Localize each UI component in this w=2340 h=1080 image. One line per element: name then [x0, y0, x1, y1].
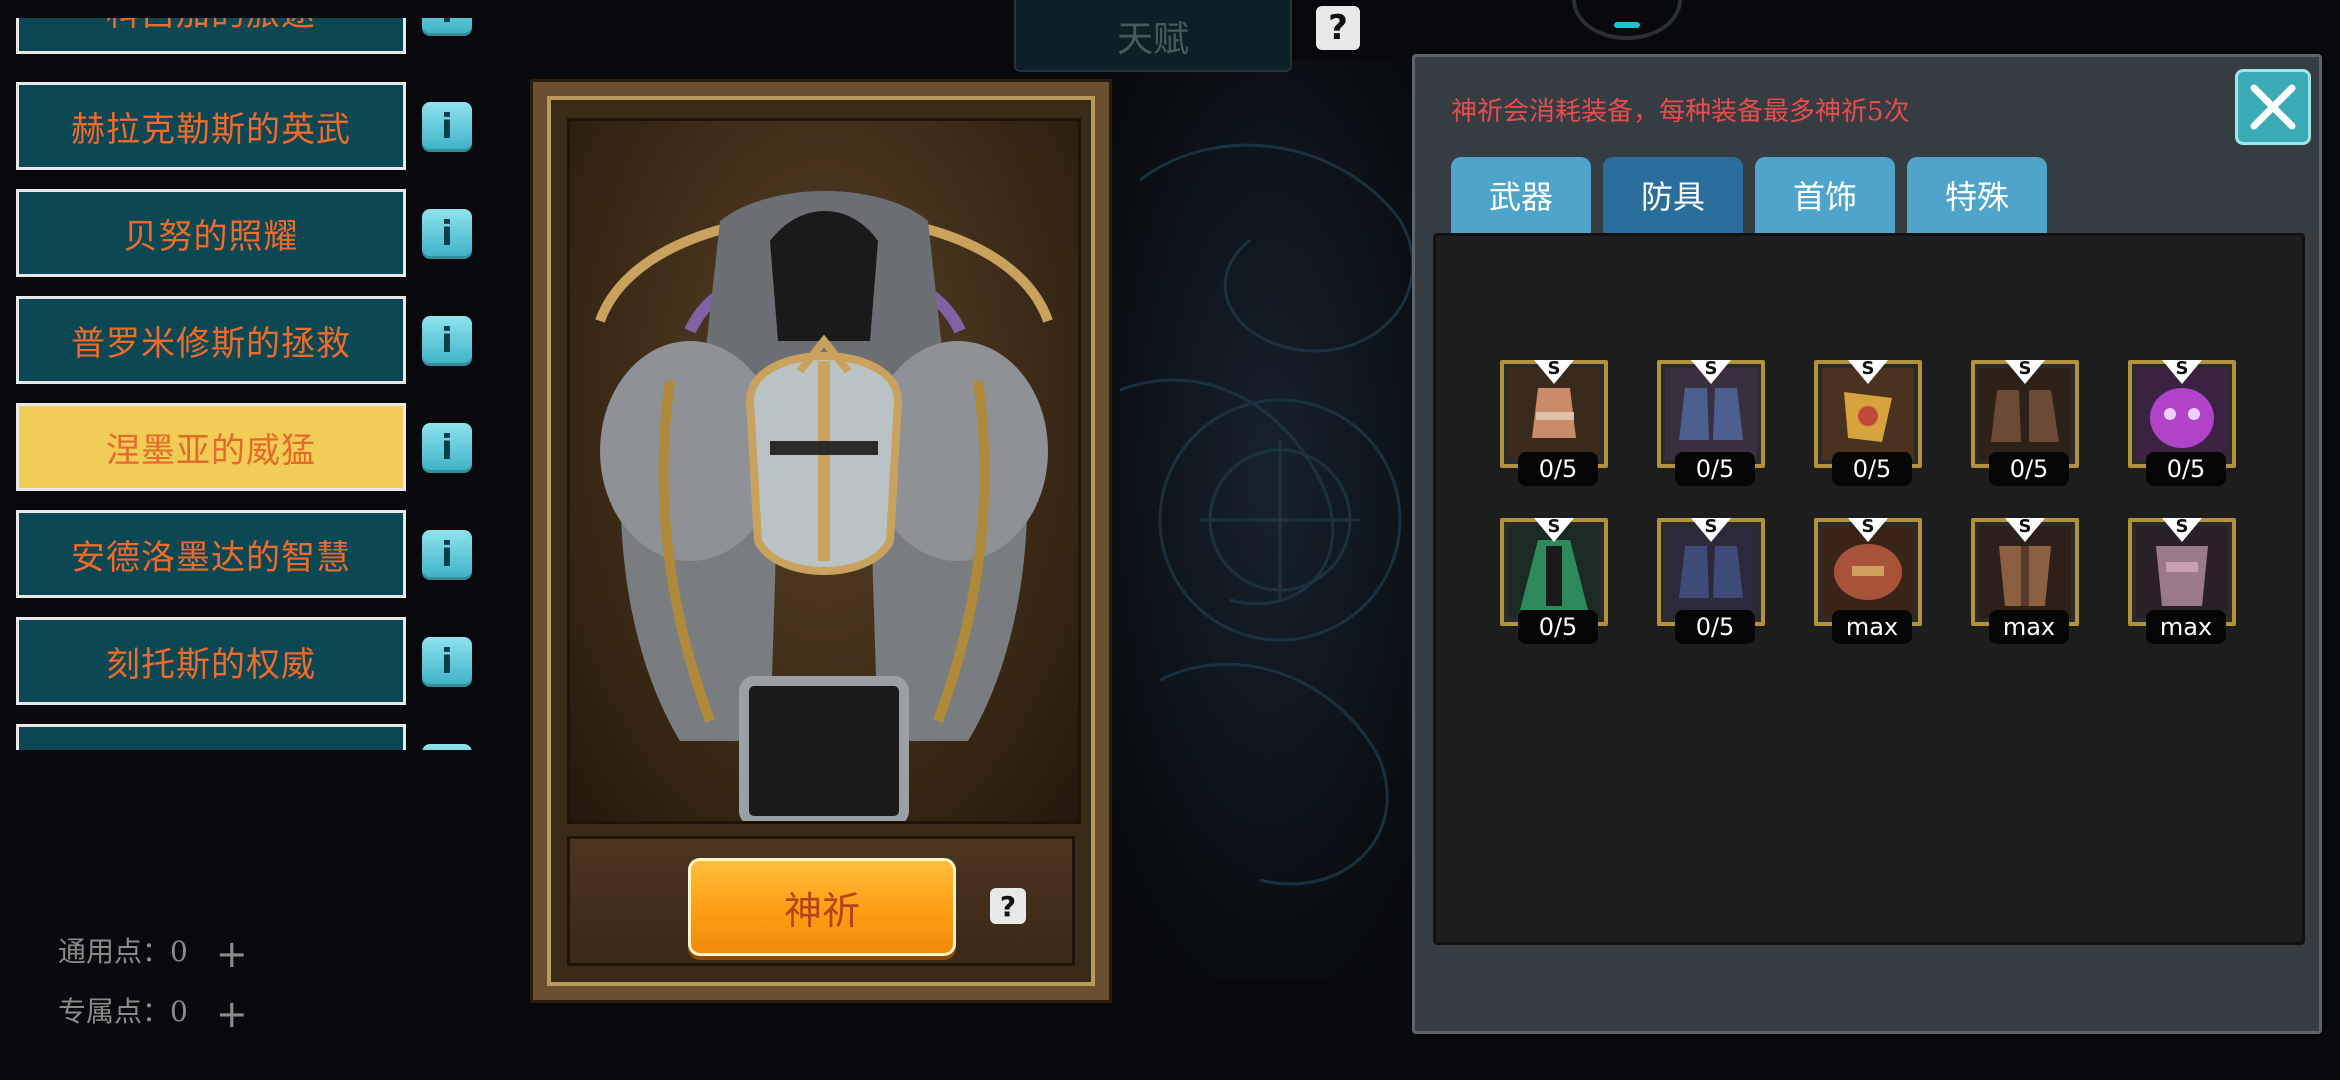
item-count: 0/5	[1518, 452, 1598, 486]
tab-label: 武器	[1488, 178, 1553, 216]
blessing-button[interactable]	[16, 724, 406, 750]
list-item[interactable]: 科吕加的旅途 i	[14, 18, 474, 62]
blessing-label: 普罗米修斯的拯救	[71, 323, 351, 364]
list-item[interactable]: 贝努的照耀 i	[14, 189, 474, 285]
blessing-button[interactable]: 安德洛墨达的智慧	[16, 510, 406, 598]
general-points: 通用点：0 +	[58, 930, 248, 976]
blessing-list[interactable]: 科吕加的旅途 i 赫拉克勒斯的英武 i 贝努的照耀 i 普罗米修斯的拯救 i 涅…	[14, 18, 474, 750]
talent-tab[interactable]: 天赋	[1014, 0, 1292, 72]
background-art	[1080, 60, 1460, 980]
blessing-label: 科吕加的旅途	[106, 18, 316, 35]
list-item[interactable]: 刻托斯的权威 i	[14, 617, 474, 713]
tab-label: 特殊	[1944, 178, 2009, 216]
blessing-button[interactable]: 刻托斯的权威	[16, 617, 406, 705]
blessing-label: 涅墨亚的威猛	[106, 430, 316, 471]
info-icon[interactable]: i	[422, 530, 472, 580]
list-item[interactable]: 赫拉克勒斯的英武 i	[14, 82, 474, 178]
item-count: max	[1832, 610, 1912, 644]
equipment-panel: 神祈会消耗装备，每种装备最多神祈5次 武器 防具 首饰 特殊 S 0/5 S 0…	[1412, 54, 2322, 1034]
list-item[interactable]: i	[14, 724, 474, 750]
equipment-slot[interactable]: S 0/5	[1971, 360, 2079, 486]
blessing-button[interactable]: 普罗米修斯的拯救	[16, 296, 406, 384]
tab-special[interactable]: 特殊	[1907, 157, 2047, 233]
equipment-slot[interactable]: S 0/5	[1657, 518, 1765, 644]
top-progress-ring	[1572, 0, 1682, 40]
exclusive-points-label: 专属点：	[58, 995, 171, 1028]
item-count: max	[2146, 610, 2226, 644]
tab-weapon[interactable]: 武器	[1451, 157, 1591, 233]
info-icon[interactable]: i	[422, 102, 472, 152]
info-icon[interactable]: i	[422, 744, 472, 750]
blessing-button[interactable]: 赫拉克勒斯的英武	[16, 82, 406, 170]
equipment-slot[interactable]: S 0/5	[1657, 360, 1765, 486]
item-count: 0/5	[1518, 610, 1598, 644]
item-count: max	[1989, 610, 2069, 644]
equipment-slot[interactable]: S max	[1814, 518, 1922, 644]
general-points-value: 0	[170, 935, 188, 968]
close-icon	[2250, 84, 2296, 130]
info-icon[interactable]: i	[422, 423, 472, 473]
blessing-button-active[interactable]: 涅墨亚的威猛	[16, 403, 406, 491]
list-item-selected[interactable]: 涅墨亚的威猛 i	[14, 403, 474, 499]
exclusive-points-value: 0	[170, 995, 188, 1028]
item-count: 0/5	[1989, 452, 2069, 486]
info-icon[interactable]: i	[422, 18, 472, 36]
tab-jewelry[interactable]: 首饰	[1755, 157, 1895, 233]
talent-tab-label: 天赋	[1116, 19, 1189, 60]
pray-help-icon[interactable]: ?	[990, 888, 1026, 924]
equipment-slot[interactable]: S max	[1971, 518, 2079, 644]
list-item[interactable]: 安德洛墨达的智慧 i	[14, 510, 474, 606]
close-button[interactable]	[2235, 69, 2311, 145]
tab-armor[interactable]: 防具	[1603, 157, 1743, 233]
item-count: 0/5	[1675, 452, 1755, 486]
pray-button-label: 神祈	[783, 888, 860, 933]
equipment-grid: S 0/5 S 0/5 S 0/5 S 0/5 S 0/5 S 0/5 S 0/…	[1433, 233, 2305, 945]
info-icon[interactable]: i	[422, 209, 472, 259]
blessing-label: 赫拉克勒斯的英武	[71, 109, 351, 150]
equipment-slot[interactable]: S 0/5	[1814, 360, 1922, 486]
equipment-slot[interactable]: S 0/5	[1500, 518, 1608, 644]
panel-warning-text: 神祈会消耗装备，每种装备最多神祈5次	[1451, 97, 1910, 127]
list-item[interactable]: 普罗米修斯的拯救 i	[14, 296, 474, 392]
blessing-label: 刻托斯的权威	[106, 644, 316, 685]
blessing-button[interactable]: 贝努的照耀	[16, 189, 406, 277]
equipment-slot[interactable]: S 0/5	[1500, 360, 1608, 486]
exclusive-points: 专属点：0 +	[58, 990, 248, 1036]
item-count: 0/5	[1832, 452, 1912, 486]
tab-label: 防具	[1640, 178, 1705, 216]
equipment-slot[interactable]: S max	[2128, 518, 2236, 644]
general-points-label: 通用点：	[58, 935, 171, 968]
item-count: 0/5	[2146, 452, 2226, 486]
blessing-button[interactable]: 科吕加的旅途	[16, 18, 406, 54]
pray-button[interactable]: 神祈	[688, 858, 956, 956]
info-icon[interactable]: i	[422, 637, 472, 687]
blessing-label: 贝努的照耀	[123, 216, 299, 257]
blessing-label: 安德洛墨达的智慧	[71, 537, 351, 578]
info-icon[interactable]: i	[422, 316, 472, 366]
equipment-slot[interactable]: S 0/5	[2128, 360, 2236, 486]
tab-label: 首饰	[1792, 178, 1857, 216]
armor-portrait	[567, 118, 1081, 826]
item-count: 0/5	[1675, 610, 1755, 644]
add-exclusive-point-button[interactable]: +	[216, 992, 248, 1036]
add-general-point-button[interactable]: +	[216, 932, 248, 976]
talent-help-icon[interactable]: ?	[1316, 6, 1360, 50]
